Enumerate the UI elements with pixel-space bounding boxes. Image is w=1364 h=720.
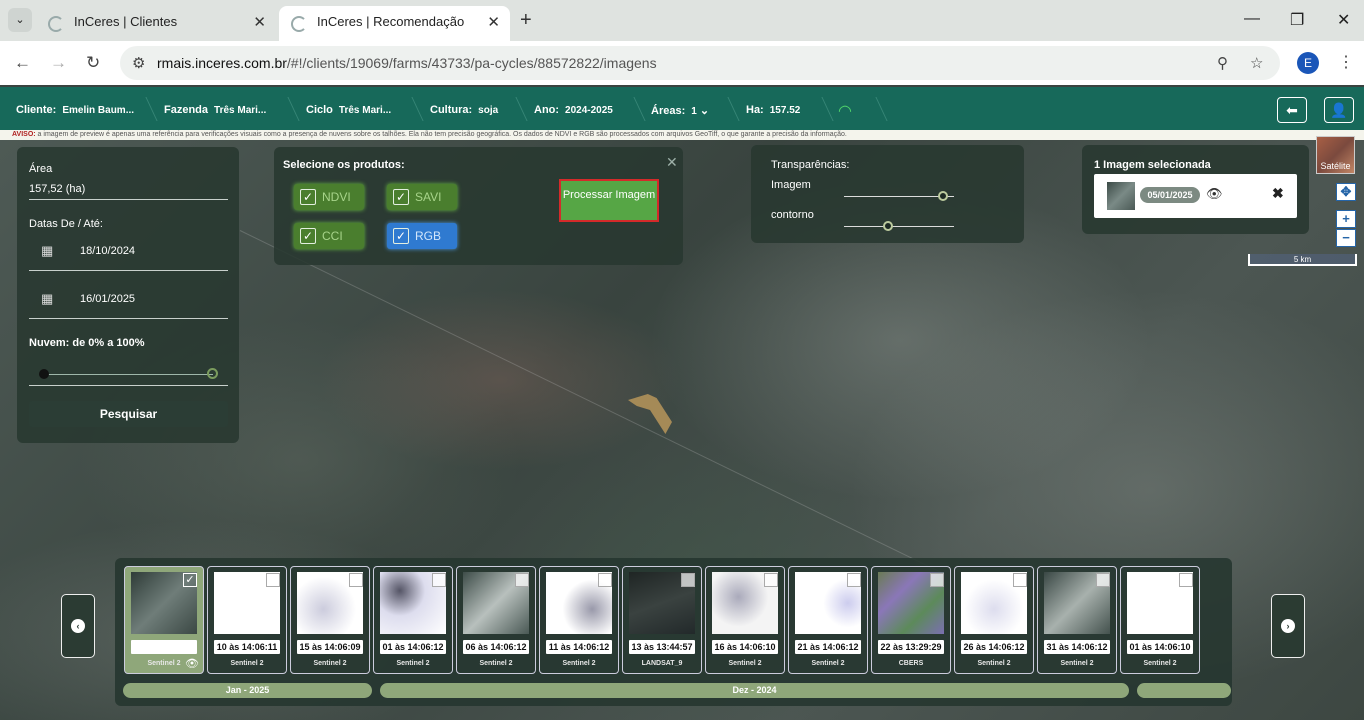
calendar-icon[interactable]: ▦ [41,243,53,259]
month-group-label: Dez - 2024 [380,683,1129,698]
image-select-checkbox[interactable] [349,573,363,587]
chevron-right-icon: › [1281,619,1295,633]
image-time-label [131,640,197,654]
back-icon[interactable]: ← [14,53,31,73]
chevron-left-icon: ‹ [71,619,85,633]
map-scale: 5 km [1248,254,1357,266]
user-icon[interactable]: 👤 [1324,97,1354,123]
image-source-label: Sentinel 2 [1060,660,1094,667]
image-select-checkbox[interactable]: ✓ [183,573,197,587]
image-select-checkbox[interactable] [681,573,695,587]
image-card[interactable]: 31 às 14:06:12 Sentinel 2 [1037,566,1117,674]
eye-icon[interactable]: 👁 [185,657,199,670]
close-window-icon[interactable]: ✕ [1337,10,1350,30]
image-card[interactable]: 21 às 14:06:12 Sentinel 2 [788,566,868,674]
image-card[interactable]: 15 às 14:06:09 Sentinel 2 [290,566,370,674]
image-source-label: Sentinel 2 [728,660,762,667]
image-card[interactable]: 13 às 13:44:57 LANDSAT_9 [622,566,702,674]
cloud-slider-min-handle[interactable] [39,369,49,379]
image-card[interactable]: ✓ Sentinel 2 👁 [124,566,204,674]
zoom-out-button[interactable]: − [1336,229,1356,247]
profile-avatar[interactable]: E [1297,52,1319,74]
image-card[interactable]: 06 às 14:06:12 Sentinel 2 [456,566,536,674]
back-arrow-button[interactable]: ⬅ [1277,97,1307,123]
image-card[interactable]: 26 às 14:06:12 Sentinel 2 [954,566,1034,674]
image-select-checkbox[interactable] [598,573,612,587]
image-select-checkbox[interactable] [930,573,944,587]
image-select-checkbox[interactable] [764,573,778,587]
image-select-checkbox[interactable] [847,573,861,587]
image-source-label: Sentinel 2 [977,660,1011,667]
image-card[interactable]: 01 às 14:06:10 Sentinel 2 [1120,566,1200,674]
image-select-checkbox[interactable] [1096,573,1110,587]
image-select-checkbox[interactable] [1179,573,1193,587]
image-card[interactable]: 01 às 14:06:12 Sentinel 2 [373,566,453,674]
timeline-next-button[interactable]: › [1271,594,1305,658]
image-source-label: Sentinel 2 [313,660,347,667]
pan-move-icon[interactable]: ✥ [1336,183,1356,201]
image-source-label: Sentinel 2 [1143,660,1177,667]
image-source-label: Sentinel 2 [562,660,596,667]
image-card[interactable]: 22 às 13:29:29 CBERS [871,566,951,674]
image-card[interactable]: 10 às 14:06:11 Sentinel 2 [207,566,287,674]
restore-icon[interactable]: ❐ [1290,10,1304,30]
zoom-in-button[interactable]: + [1336,210,1356,228]
image-time-label: 21 às 14:06:12 [795,640,861,654]
image-time-label: 06 às 14:06:12 [463,640,529,654]
image-select-checkbox[interactable] [266,573,280,587]
image-time-label: 15 às 14:06:09 [297,640,363,654]
image-time-label: 26 às 14:06:12 [961,640,1027,654]
image-source-label: Sentinel 2 [396,660,430,667]
bookmark-star-icon[interactable]: ☆ [1250,54,1263,72]
image-time-label: 16 às 14:06:10 [712,640,778,654]
image-select-checkbox[interactable] [515,573,529,587]
image-time-label: 01 às 14:06:12 [380,640,446,654]
image-select-checkbox[interactable] [1013,573,1027,587]
month-group-label: Jan - 2025 [123,683,372,698]
image-card[interactable]: 11 às 14:06:12 Sentinel 2 [539,566,619,674]
image-source-label: Sentinel 2 [811,660,845,667]
forward-icon[interactable]: → [50,53,67,73]
image-card[interactable]: 16 às 14:06:10 Sentinel 2 [705,566,785,674]
image-source-label: Sentinel 2 [230,660,264,667]
image-time-label: 13 às 13:44:57 [629,640,695,654]
timeline-prev-button[interactable]: ‹ [61,594,95,658]
inceres-favicon-icon [48,16,64,32]
layer-satellite-button[interactable]: Satélite [1316,136,1355,174]
reload-icon[interactable]: ↻ [86,53,100,73]
image-source-label: Sentinel 2 [479,660,513,667]
image-time-label: 11 às 14:06:12 [546,640,612,654]
image-select-checkbox[interactable] [432,573,446,587]
browser-menu-icon[interactable]: ⋮ [1338,52,1354,72]
month-group-label [1137,683,1231,698]
dates-label: Datas De / Até: [29,218,103,230]
area-label: Área [29,163,53,175]
area-value: 157,52 (ha) [29,183,86,195]
image-time-label: 10 às 14:06:11 [214,640,280,654]
calendar-icon[interactable]: ▦ [41,291,53,307]
minimize-icon[interactable]: — [1244,10,1260,28]
image-time-label: 01 às 14:06:10 [1127,640,1193,654]
tab-search-button[interactable]: ⌄ [8,8,32,32]
image-time-label: 22 às 13:29:29 [878,640,944,654]
image-source-label: CBERS [898,660,924,667]
image-time-label: 31 às 14:06:12 [1044,640,1110,654]
image-source-label: LANDSAT_9 [641,660,683,667]
remove-selection-icon[interactable]: ✖ [1272,185,1284,202]
